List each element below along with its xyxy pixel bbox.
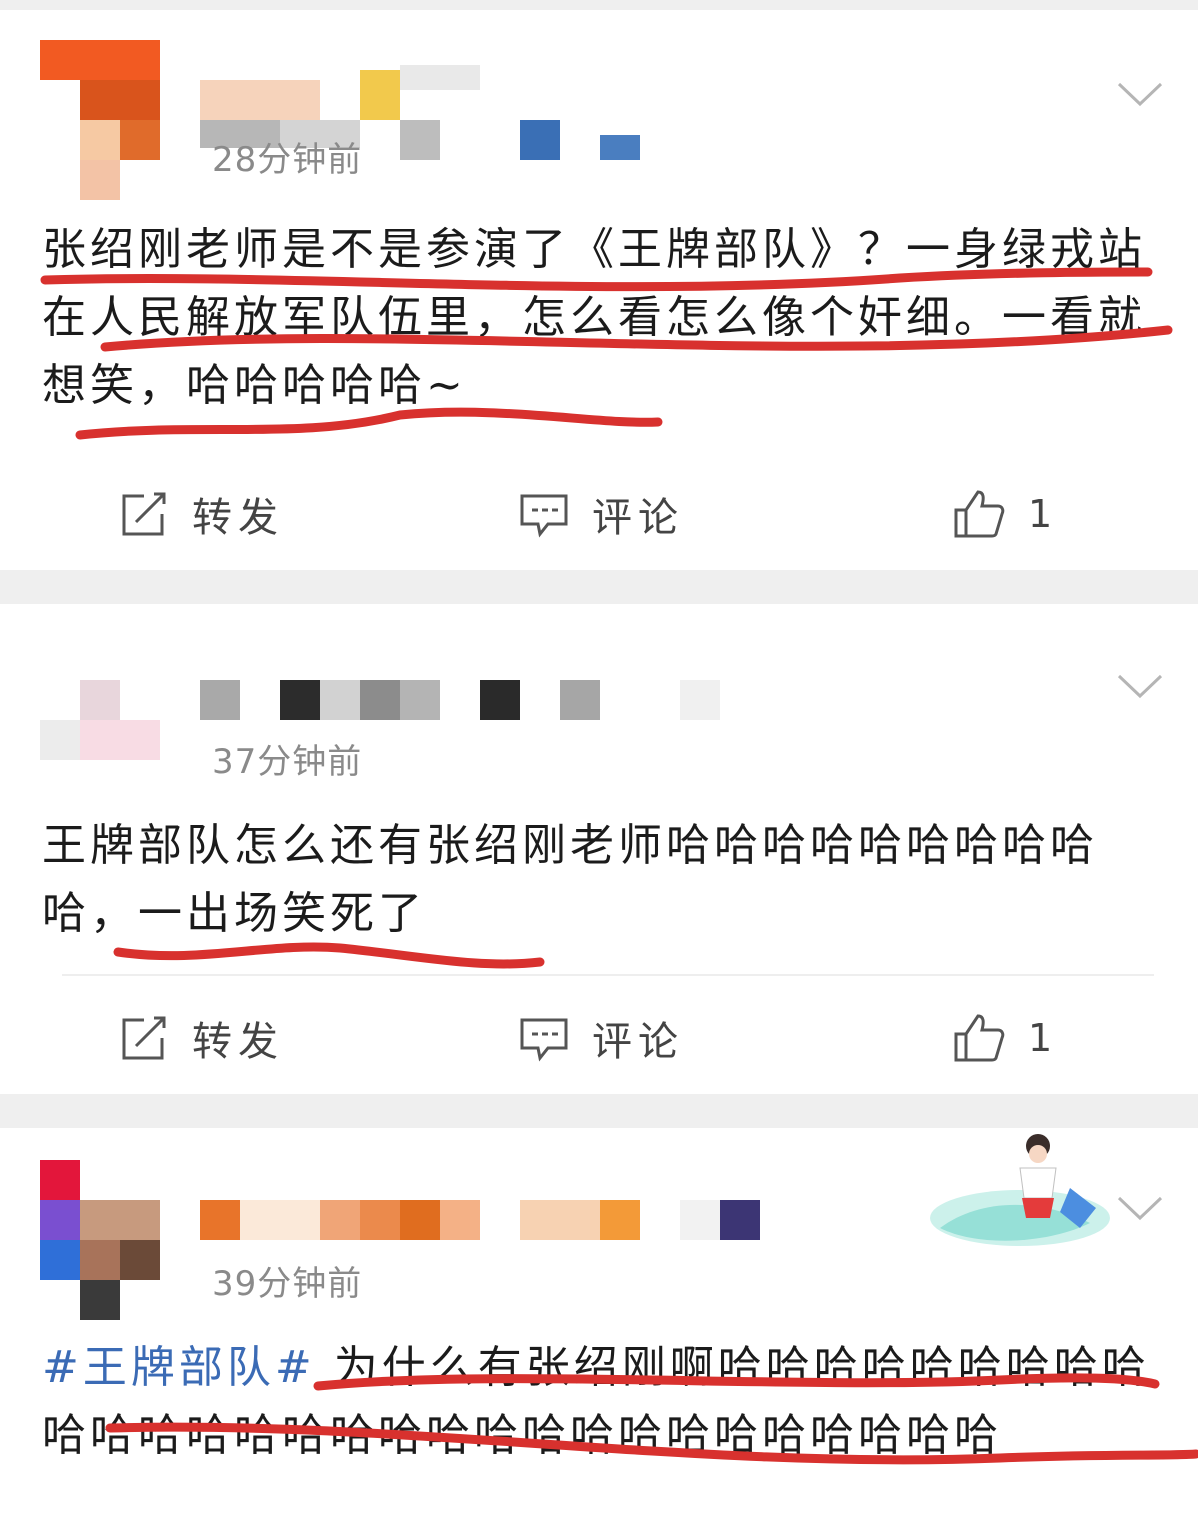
thumbs-up-icon [954, 490, 1005, 538]
hashtag-link[interactable]: #王牌部队# [42, 1342, 316, 1393]
post-actions: 转发 评论 1 [0, 998, 1198, 1078]
chevron-down-icon[interactable] [1116, 80, 1164, 110]
post-card-2: 37分钟前 王牌部队怎么还有张绍刚老师哈哈哈哈哈哈哈哈哈哈，一出场笑死了 转发 … [0, 604, 1198, 1094]
like-count: 1 [1028, 492, 1053, 536]
comment-button[interactable]: 评论 [518, 474, 684, 554]
post-content: 张绍刚老师是不是参演了《王牌部队》？一身绿戎站在人民解放军队伍里，怎么看怎么像个… [42, 224, 1146, 411]
chevron-down-icon[interactable] [1116, 672, 1164, 702]
avatar[interactable] [40, 40, 160, 200]
card-separator [0, 1094, 1198, 1128]
avatar[interactable] [40, 680, 160, 760]
like-button[interactable]: 1 [952, 998, 1052, 1078]
thumbs-up-icon [954, 1014, 1005, 1062]
comment-label: 评论 [592, 495, 684, 541]
comment-bubble-icon [520, 1018, 568, 1062]
card-separator [0, 570, 1198, 604]
avatar[interactable] [40, 1160, 160, 1320]
like-count: 1 [1028, 1016, 1053, 1060]
post-card-3: 39分钟前 #王牌部队# 为什么有张绍刚啊哈哈哈哈哈哈哈哈哈哈哈哈哈哈哈哈哈哈哈… [0, 1128, 1198, 1522]
post-time: 39分钟前 [212, 1264, 363, 1304]
post-card-1: 28分钟前 张绍刚老师是不是参演了《王牌部队》？一身绿戎站在人民解放军队伍里，怎… [0, 10, 1198, 570]
comment-button[interactable]: 评论 [518, 998, 684, 1078]
post-actions: 转发 评论 1 [0, 474, 1198, 554]
comment-label: 评论 [592, 1019, 684, 1065]
like-button[interactable]: 1 [952, 474, 1052, 554]
post-content: 王牌部队怎么还有张绍刚老师哈哈哈哈哈哈哈哈哈哈，一出场笑死了 [42, 820, 1098, 939]
repost-button[interactable]: 转发 [118, 474, 284, 554]
repost-button[interactable]: 转发 [118, 998, 284, 1078]
post-time: 28分钟前 [212, 140, 363, 180]
card-decoration-sticker [930, 1134, 1110, 1246]
chevron-down-icon[interactable] [1116, 1194, 1164, 1224]
repost-label: 转发 [192, 1019, 284, 1065]
edit-share-icon [122, 1016, 166, 1060]
repost-label: 转发 [192, 495, 284, 541]
post-content: #王牌部队# 为什么有张绍刚啊哈哈哈哈哈哈哈哈哈哈哈哈哈哈哈哈哈哈哈哈哈哈哈哈哈… [42, 1334, 1162, 1470]
top-separator [0, 0, 1198, 10]
edit-share-icon [122, 492, 166, 536]
post-time: 37分钟前 [212, 742, 363, 782]
divider [62, 974, 1154, 976]
comment-bubble-icon [520, 494, 568, 538]
